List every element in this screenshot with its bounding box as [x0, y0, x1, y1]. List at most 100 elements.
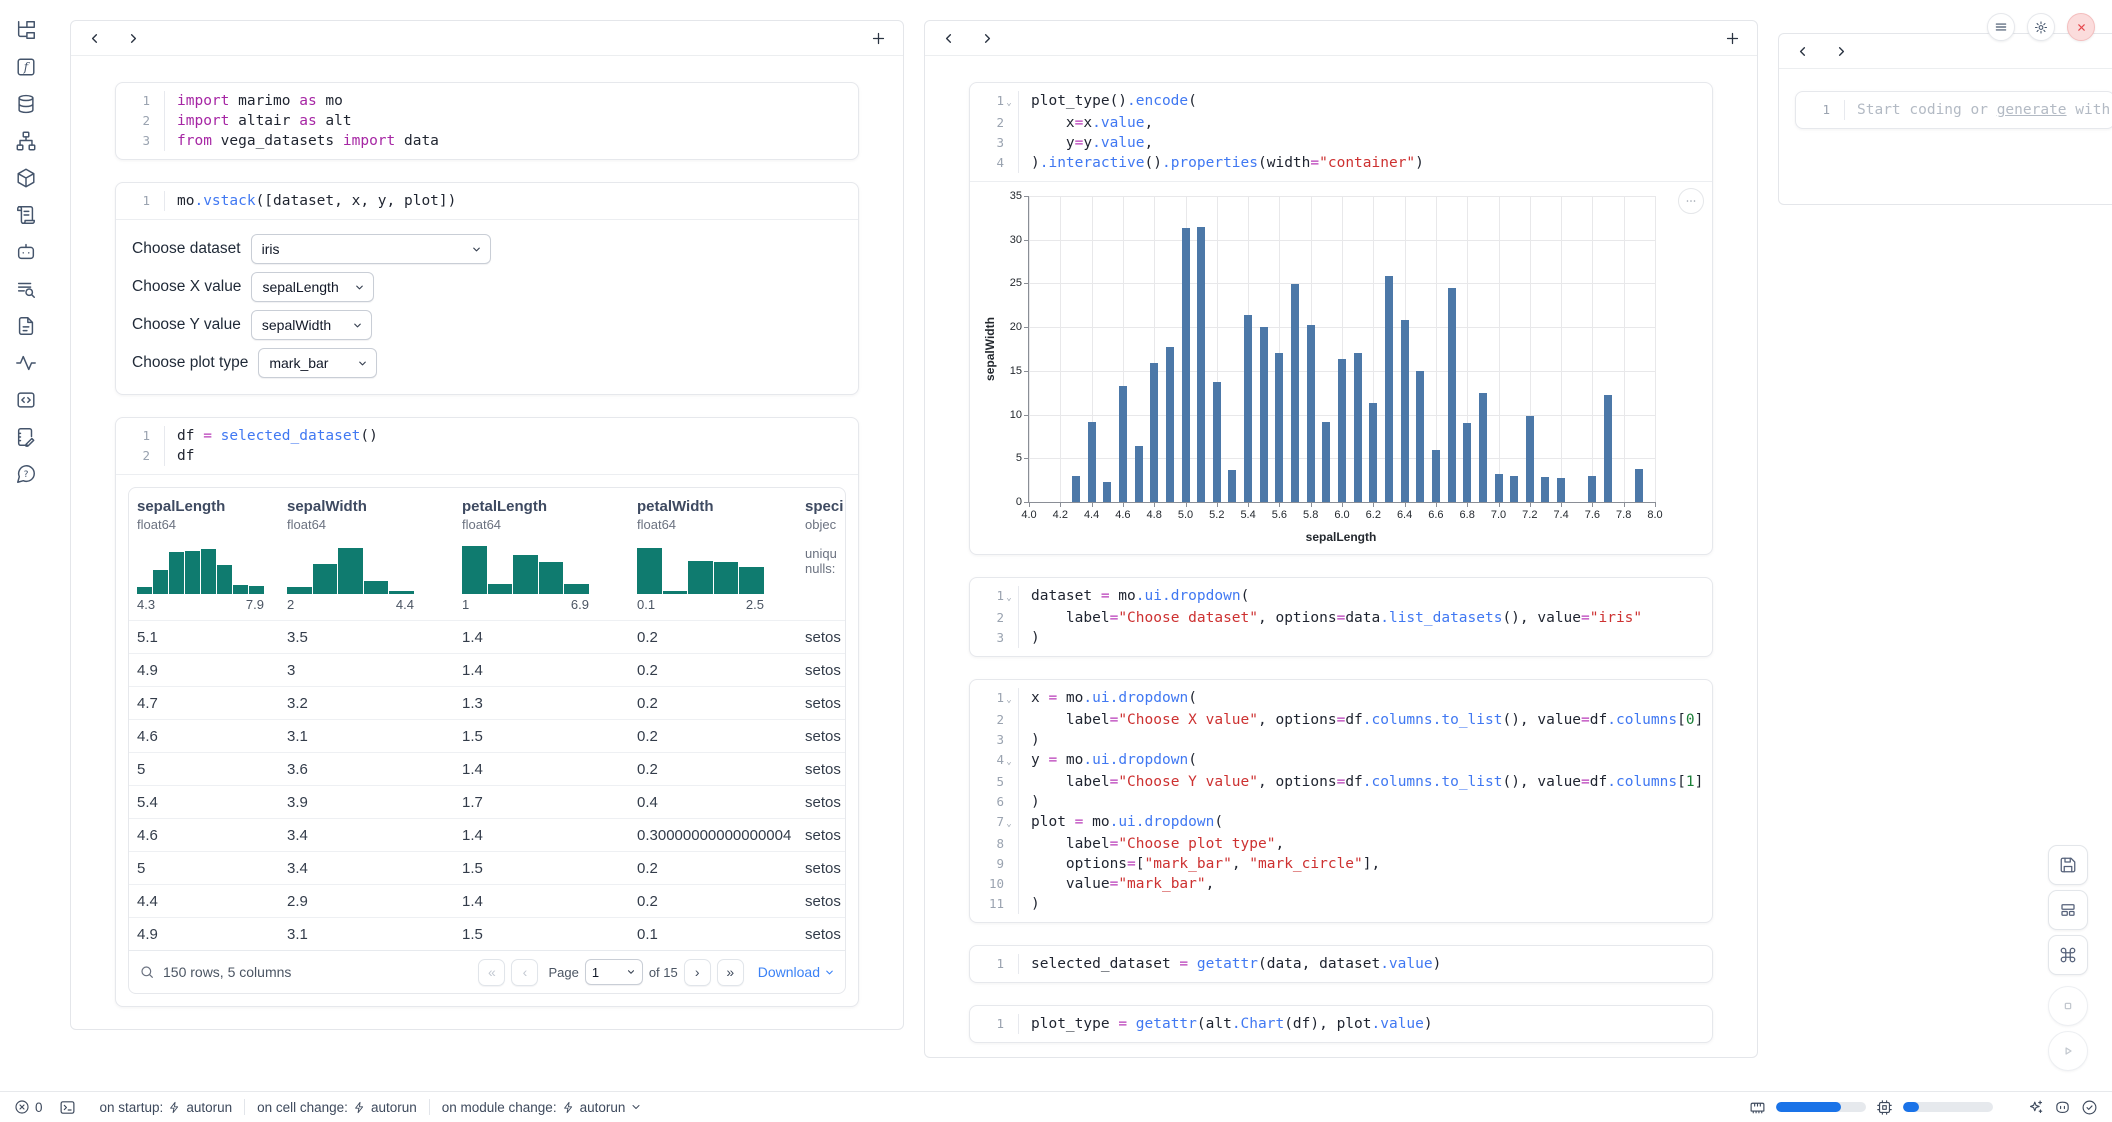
terminal-button[interactable] [59, 1099, 76, 1116]
code-editor[interactable]: 1mo.vstack([dataset, x, y, plot]) [116, 183, 858, 219]
snippets-icon[interactable] [14, 388, 38, 412]
help-icon[interactable]: ? [14, 462, 38, 486]
table-cell: setos [797, 761, 845, 778]
run-icon[interactable] [2048, 1031, 2088, 1071]
chat-icon[interactable] [14, 240, 38, 264]
x-value-select[interactable]: sepalLength [251, 272, 374, 302]
x-tick-label: 7.8 [1609, 509, 1639, 521]
chart-bar [1354, 353, 1362, 503]
layout-icon[interactable] [2048, 890, 2088, 930]
y-value-select[interactable]: sepalWidth [251, 310, 372, 340]
chevron-down-icon [626, 967, 636, 977]
histogram-bar [462, 546, 487, 594]
on-startup-toggle[interactable]: on startup: autorun [100, 1100, 233, 1115]
chevron-right-icon[interactable] [1834, 44, 1849, 59]
dependency-graph-icon[interactable] [14, 129, 38, 153]
copilot-icon[interactable] [2054, 1099, 2071, 1116]
chart-bar [1369, 403, 1377, 502]
column-range: 16.9 [462, 597, 589, 612]
table-cell: 5.4 [129, 794, 279, 811]
save-icon[interactable] [2048, 845, 2088, 885]
page-select[interactable]: 1 [585, 959, 643, 985]
histogram-bar [169, 552, 184, 594]
packages-icon[interactable] [14, 166, 38, 190]
ai-sparkles-icon[interactable] [2027, 1099, 2044, 1116]
plot-type-select[interactable]: mark_bar [258, 348, 377, 378]
column-type: float64 [137, 517, 271, 532]
axis-tick [1373, 502, 1374, 507]
table-cell: setos [797, 860, 845, 877]
code-line: 1⌄x = mo.ui.dropdown( [970, 688, 1712, 710]
datasources-icon[interactable] [14, 92, 38, 116]
command-icon[interactable] [2048, 935, 2088, 975]
cell-imports: 1import marimo as mo2import altair as al… [115, 82, 859, 160]
on-cell-change-toggle[interactable]: on cell change: autorun [257, 1100, 417, 1115]
histogram-bar [389, 591, 414, 594]
table-row: 4.63.41.40.30000000000000004setos [129, 818, 845, 851]
search-icon[interactable] [139, 964, 155, 980]
stop-icon[interactable] [2048, 986, 2088, 1026]
table-row: 4.931.40.2setos [129, 653, 845, 686]
chevron-down-icon [354, 282, 365, 293]
code-line: 7⌄plot = mo.ui.dropdown( [970, 812, 1712, 834]
axis-tick [1342, 502, 1343, 507]
dropdown-label: Choose dataset [132, 240, 241, 258]
connection-status-icon[interactable] [2081, 1099, 2098, 1116]
code-line: 1⌄plot_type().encode( [970, 91, 1712, 113]
table-header: sepalLength float64 4.37.9 sepalWidth fl… [129, 488, 845, 620]
chevron-left-icon[interactable] [87, 31, 102, 46]
column-nulls: nulls: [805, 561, 837, 576]
chevron-left-icon[interactable] [941, 31, 956, 46]
outline-icon[interactable] [14, 277, 38, 301]
add-cell-icon[interactable] [1724, 30, 1741, 47]
x-tick-label: 6.8 [1452, 509, 1482, 521]
scratchpad-icon[interactable] [14, 425, 38, 449]
code-line: 1plot_type = getattr(alt.Chart(df), plot… [970, 1014, 1712, 1034]
chevron-right-icon[interactable] [980, 31, 995, 46]
chart-menu-icon[interactable] [1678, 188, 1704, 214]
code-editor[interactable]: 1⌄dataset = mo.ui.dropdown(2 label="Choo… [970, 578, 1712, 656]
on-module-change-toggle[interactable]: on module change: autorun [442, 1100, 643, 1115]
column-histogram [462, 540, 589, 594]
cell-dataset-dropdown: 1⌄dataset = mo.ui.dropdown(2 label="Choo… [969, 577, 1713, 657]
on-module-change-value: autorun [580, 1100, 626, 1115]
tracing-icon[interactable] [14, 351, 38, 375]
logs-icon[interactable] [14, 203, 38, 227]
add-cell-icon[interactable] [870, 30, 887, 47]
next-page-button[interactable]: › [684, 959, 711, 986]
chevron-left-icon[interactable] [1795, 44, 1810, 59]
close-icon[interactable] [2067, 13, 2095, 41]
file-explorer-icon[interactable] [14, 18, 38, 42]
chevron-right-icon[interactable] [126, 31, 141, 46]
dataset-select[interactable]: iris [251, 234, 491, 264]
table-footer: 150 rows, 5 columns « ‹ Page 1 of 15 › » [129, 950, 845, 993]
code-editor[interactable]: 1⌄plot_type().encode(2 x=x.value,3 y=y.v… [970, 83, 1712, 181]
menu-icon[interactable] [1987, 13, 2015, 41]
code-editor[interactable]: 1import marimo as mo2import altair as al… [116, 83, 858, 159]
axis-tick [1186, 502, 1187, 507]
on-startup-label: on startup: [100, 1100, 164, 1115]
error-indicator[interactable]: 0 [14, 1099, 43, 1115]
prev-page-button[interactable]: ‹ [511, 959, 538, 986]
download-button[interactable]: Download [758, 964, 835, 980]
table-cell: 0.4 [629, 794, 797, 811]
x-tick-label: 6.0 [1327, 509, 1357, 521]
column-histogram [137, 540, 264, 594]
code-line: 5 label="Choose Y value", options=df.col… [970, 772, 1712, 792]
code-editor[interactable]: 1selected_dataset = getattr(data, datase… [970, 946, 1712, 982]
code-editor[interactable]: 1Start coding or generate with [1796, 92, 2112, 128]
chart-bar [1322, 422, 1330, 502]
code-editor[interactable]: 1⌄x = mo.ui.dropdown(2 label="Choose X v… [970, 680, 1712, 922]
last-page-button[interactable]: » [717, 959, 744, 986]
code-editor[interactable]: 1plot_type = getattr(alt.Chart(df), plot… [970, 1006, 1712, 1042]
code-editor[interactable]: 1df = selected_dataset()2df [116, 418, 858, 474]
documentation-icon[interactable] [14, 314, 38, 338]
variables-icon[interactable]: f [14, 55, 38, 79]
table-cell: 4.7 [129, 695, 279, 712]
gear-icon[interactable] [2027, 13, 2055, 41]
table-cell: setos [797, 827, 845, 844]
histogram-bar [513, 555, 538, 594]
x-tick-label: 5.4 [1233, 509, 1263, 521]
first-page-button[interactable]: « [478, 959, 505, 986]
y-tick-label: 5 [988, 452, 1022, 464]
